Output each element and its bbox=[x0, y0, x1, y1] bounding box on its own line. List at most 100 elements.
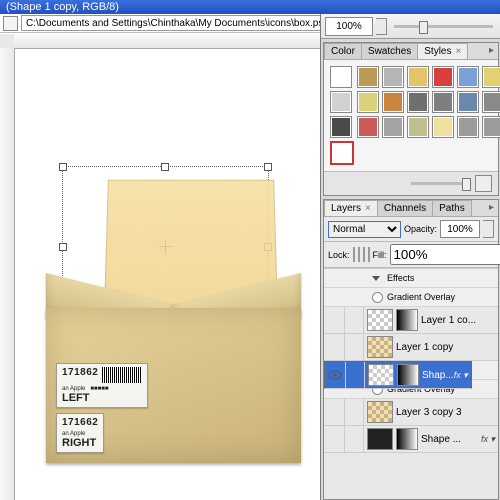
lock-all-icon[interactable] bbox=[368, 247, 370, 262]
panel-column: Color Swatches Styles× ▸ Layers× Channel… bbox=[320, 14, 500, 500]
box-artwork: 171862 an Apple ■■■■■ LEFT 171662 an App… bbox=[46, 273, 301, 463]
style-swatch[interactable] bbox=[457, 116, 479, 138]
panel-menu-icon[interactable]: ▸ bbox=[485, 200, 498, 216]
styles-grid bbox=[324, 60, 498, 171]
opacity-input[interactable] bbox=[440, 220, 480, 238]
style-swatch[interactable] bbox=[357, 66, 379, 88]
styles-footer bbox=[324, 171, 498, 195]
layer-name[interactable]: Shap... bbox=[422, 370, 454, 381]
artwork-stage[interactable]: 171862 an Apple ■■■■■ LEFT 171662 an App… bbox=[14, 48, 320, 500]
window-titlebar: (Shape 1 copy, RGB/8) bbox=[0, 0, 500, 14]
style-swatch[interactable] bbox=[382, 66, 404, 88]
styles-size-slider[interactable] bbox=[411, 182, 471, 185]
pathbar-icon bbox=[3, 16, 18, 31]
visibility-toggle[interactable] bbox=[324, 307, 345, 333]
layer-effect-row[interactable]: Effects bbox=[324, 269, 498, 288]
visibility-toggle[interactable] bbox=[324, 334, 345, 360]
transform-handle-tr[interactable] bbox=[264, 163, 272, 171]
document-canvas[interactable]: 171862 an Apple ■■■■■ LEFT 171662 an App… bbox=[0, 34, 320, 500]
shipping-label-right: 171662 an Apple RIGHT bbox=[56, 413, 104, 453]
blend-mode-select[interactable]: Normal bbox=[328, 221, 401, 238]
style-swatch[interactable] bbox=[482, 91, 500, 113]
style-swatch[interactable] bbox=[407, 116, 429, 138]
visibility-toggle[interactable] bbox=[325, 362, 346, 388]
layer-list[interactable]: Effects Gradient Overlay Layer 1 co... Laye… bbox=[324, 268, 498, 499]
effect-toggle-icon[interactable] bbox=[372, 292, 383, 303]
fx-badge[interactable]: fx ▾ bbox=[481, 434, 495, 445]
zoom-dropdown[interactable] bbox=[376, 18, 387, 35]
style-swatch[interactable] bbox=[457, 91, 479, 113]
style-swatch[interactable] bbox=[482, 66, 500, 88]
style-swatch[interactable] bbox=[432, 66, 454, 88]
box-front: 171862 an Apple ■■■■■ LEFT 171662 an App… bbox=[46, 308, 301, 463]
styles-trash-icon[interactable] bbox=[475, 175, 492, 192]
zoom-input[interactable] bbox=[325, 17, 373, 36]
layer-name[interactable]: Layer 3 copy 3 bbox=[396, 407, 498, 418]
style-swatch[interactable] bbox=[330, 91, 352, 113]
lock-move-icon[interactable] bbox=[363, 247, 365, 262]
lock-transparency-icon[interactable] bbox=[353, 247, 355, 262]
opacity-label: Opacity: bbox=[404, 224, 437, 234]
layer-thumbnail[interactable] bbox=[367, 336, 393, 358]
zoom-bar bbox=[321, 14, 500, 39]
layer-thumbnail[interactable] bbox=[368, 364, 394, 386]
transform-handle-l[interactable] bbox=[59, 243, 67, 251]
style-swatch[interactable] bbox=[357, 116, 379, 138]
layer-effect-row[interactable]: Gradient Overlay bbox=[324, 288, 498, 307]
lock-label: Lock: bbox=[328, 250, 350, 260]
effect-label: Gradient Overlay bbox=[387, 292, 455, 302]
layer-mask-thumbnail[interactable] bbox=[397, 364, 419, 386]
style-swatch[interactable] bbox=[357, 91, 379, 113]
visibility-toggle[interactable] bbox=[324, 399, 345, 425]
style-swatch[interactable] bbox=[382, 91, 404, 113]
layer-thumbnail[interactable] bbox=[367, 428, 393, 450]
fill-input[interactable] bbox=[390, 244, 500, 265]
opacity-dropdown[interactable] bbox=[483, 220, 494, 238]
layer-row[interactable]: Shape ...fx ▾ bbox=[324, 426, 498, 453]
style-swatch[interactable] bbox=[407, 91, 429, 113]
transform-handle-tl[interactable] bbox=[59, 163, 67, 171]
shipping-label-left: 171862 an Apple ■■■■■ LEFT bbox=[56, 363, 148, 408]
panel-menu-icon[interactable]: ▸ bbox=[485, 43, 498, 59]
ruler-vertical[interactable] bbox=[0, 48, 15, 500]
styles-panel: Color Swatches Styles× ▸ bbox=[323, 42, 499, 196]
zoom-slider[interactable] bbox=[394, 25, 493, 28]
visibility-toggle[interactable] bbox=[324, 426, 345, 452]
layer-thumbnail[interactable] bbox=[367, 401, 393, 423]
layer-name[interactable]: Shape ... bbox=[421, 434, 481, 445]
style-swatch[interactable] bbox=[482, 116, 500, 138]
layer-mask-thumbnail[interactable] bbox=[396, 428, 418, 450]
style-swatch[interactable] bbox=[432, 91, 454, 113]
close-icon[interactable]: × bbox=[365, 203, 371, 214]
chevron-down-icon[interactable] bbox=[372, 276, 380, 281]
layer-row[interactable]: Shap...fx ▾ bbox=[324, 361, 472, 389]
tab-styles[interactable]: Styles× bbox=[417, 43, 468, 59]
layer-thumbnail[interactable] bbox=[367, 309, 393, 331]
transform-handle-t[interactable] bbox=[161, 163, 169, 171]
style-swatch[interactable] bbox=[330, 66, 352, 88]
tab-paths[interactable]: Paths bbox=[432, 200, 472, 216]
layer-name[interactable]: Layer 1 copy bbox=[396, 342, 498, 353]
lock-paint-icon[interactable] bbox=[358, 247, 360, 262]
fx-badge[interactable]: fx ▾ bbox=[454, 370, 468, 381]
tab-swatches[interactable]: Swatches bbox=[361, 43, 418, 59]
layer-name[interactable]: Layer 1 co... bbox=[421, 315, 498, 326]
tab-color[interactable]: Color bbox=[324, 43, 362, 59]
style-swatch-none[interactable] bbox=[330, 141, 354, 165]
layer-mask-thumbnail[interactable] bbox=[396, 309, 418, 331]
style-swatch[interactable] bbox=[382, 116, 404, 138]
layer-row[interactable]: Layer 1 co... bbox=[324, 307, 498, 334]
tab-channels[interactable]: Channels bbox=[377, 200, 433, 216]
style-swatch[interactable] bbox=[432, 116, 454, 138]
effect-label: Effects bbox=[387, 273, 414, 283]
style-swatch[interactable] bbox=[407, 66, 429, 88]
layer-row[interactable]: Layer 3 copy 3 bbox=[324, 399, 498, 426]
style-swatch[interactable] bbox=[330, 116, 352, 138]
close-icon[interactable]: × bbox=[456, 46, 462, 57]
layer-row[interactable]: Layer 1 copy bbox=[324, 334, 498, 361]
fill-label: Fill: bbox=[373, 250, 387, 260]
layers-panel: Layers× Channels Paths ▸ Normal Opacity:… bbox=[323, 199, 499, 500]
tab-layers[interactable]: Layers× bbox=[324, 200, 378, 216]
ruler-horizontal[interactable] bbox=[14, 34, 320, 49]
style-swatch[interactable] bbox=[457, 66, 479, 88]
